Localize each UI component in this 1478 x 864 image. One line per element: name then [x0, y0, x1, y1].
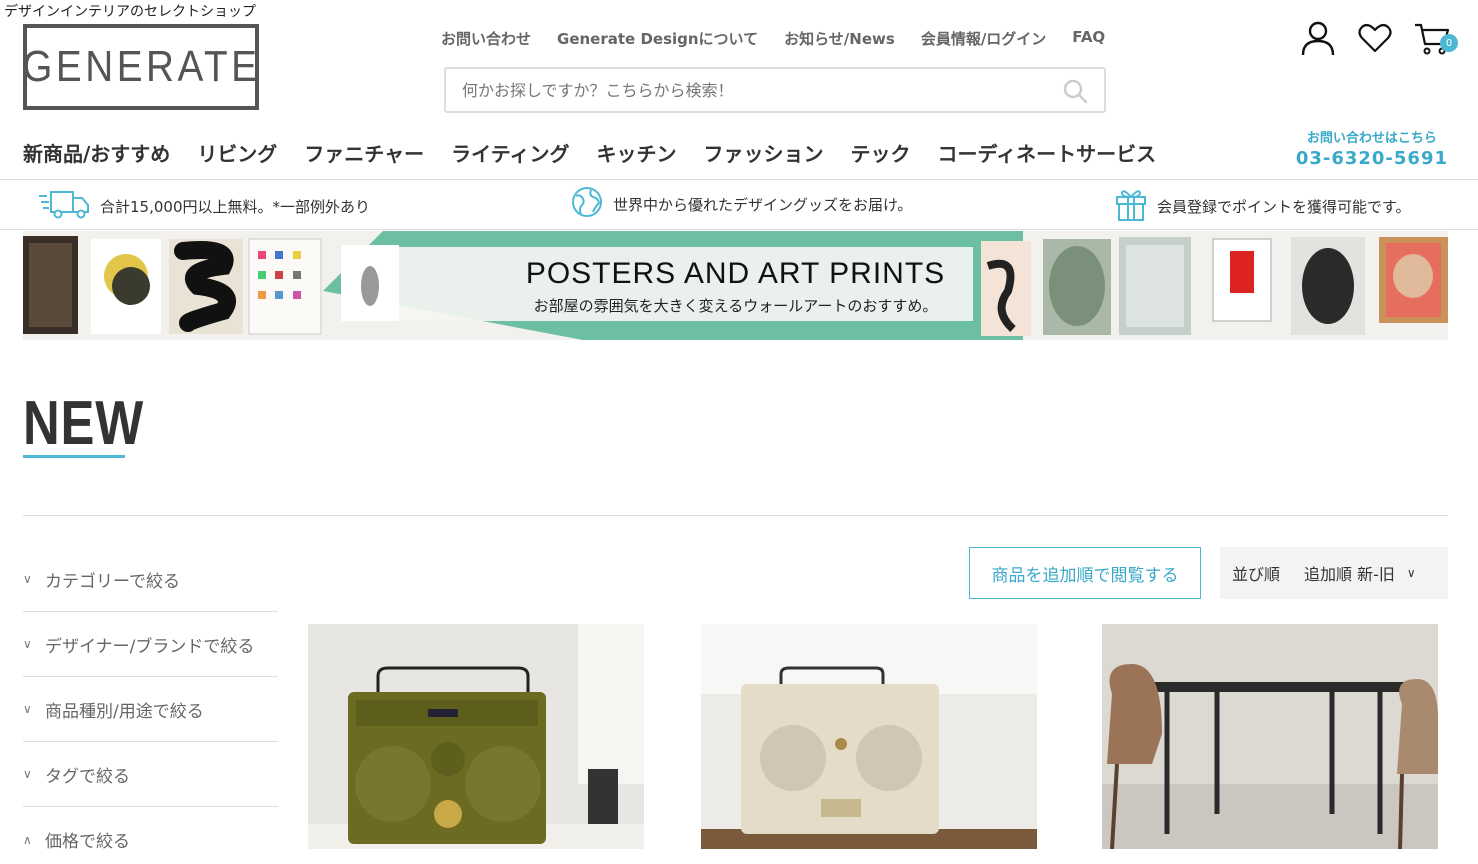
section-divider — [23, 515, 1448, 516]
product-image-dining-table — [1102, 624, 1438, 849]
filter-designer[interactable]: ∨ デザイナー/ブランドで絞る — [23, 612, 278, 677]
site-logo[interactable]: GENERATE — [21, 24, 261, 110]
filter-tag-label: タグで絞る — [45, 766, 130, 787]
section-heading-new: NEW — [23, 389, 145, 458]
filter-category-label: カテゴリーで絞る — [45, 571, 180, 592]
filter-type-label: 商品種別/用途で絞る — [45, 701, 204, 722]
chevron-down-icon: ∨ — [23, 702, 32, 716]
search-input[interactable] — [462, 80, 1042, 100]
sort-value: 追加順 新-旧 — [1304, 565, 1395, 584]
filter-tag[interactable]: ∨ タグで絞る — [23, 742, 278, 807]
top-nav-news[interactable]: お知らせ/News — [784, 28, 895, 49]
top-nav-about[interactable]: Generate Designについて — [557, 28, 758, 49]
search-box — [444, 67, 1106, 113]
filter-price[interactable]: ∧ 価格で絞る — [23, 807, 278, 864]
chevron-up-icon: ∧ — [23, 832, 32, 847]
sort-label: 並び順 — [1232, 565, 1281, 584]
info-shipping-text: 合計15,000円以上無料。*一部例外あり — [100, 197, 370, 216]
product-image-olive-radio — [308, 624, 644, 849]
info-global-text: 世界中から優れたデザイングッズをお届け。 — [613, 195, 913, 214]
top-nav-login[interactable]: 会員情報/ログイン — [921, 28, 1046, 49]
account-icon[interactable] — [1300, 20, 1336, 60]
wishlist-heart-icon[interactable] — [1358, 22, 1392, 58]
header-icons: 0 — [1300, 20, 1458, 60]
contact-label: お問い合わせはこちら — [1306, 131, 1437, 146]
browse-by-added-button[interactable]: 商品を追加順で閲覧する — [969, 547, 1201, 599]
contact-phone[interactable]: 03-6320-5691 — [1296, 148, 1448, 169]
top-nav: お問い合わせ Generate Designについて お知らせ/News 会員情… — [441, 28, 1105, 49]
info-shipping: 合計15,000円以上無料。*一部例外あり — [38, 186, 370, 226]
chevron-down-icon: ∨ — [23, 572, 32, 586]
cart-count-badge: 0 — [1440, 34, 1458, 52]
top-nav-faq[interactable]: FAQ — [1072, 28, 1105, 49]
category-nav: 新商品/おすすめ リビング ファニチャー ライティング キッチン ファッション … — [23, 138, 1156, 167]
info-global: 世界中から優れたデザイングッズをお届け。 — [571, 186, 912, 222]
product-card-image[interactable] — [1102, 624, 1438, 849]
globe-icon — [571, 186, 603, 222]
truck-icon — [38, 186, 90, 226]
filter-designer-label: デザイナー/ブランドで絞る — [45, 636, 255, 657]
top-nav-contact[interactable]: お問い合わせ — [441, 28, 531, 49]
category-living[interactable]: リビング — [197, 138, 277, 167]
product-image-cream-radio — [701, 624, 1037, 849]
info-points-text: 会員登録でポイントを獲得可能です。 — [1157, 197, 1411, 216]
contact-block[interactable]: お問い合わせはこちら 03-6320-5691 — [1296, 127, 1448, 169]
category-coordinate[interactable]: コーディネートサービス — [938, 138, 1157, 167]
product-card-image[interactable] — [701, 624, 1037, 849]
cart-icon[interactable]: 0 — [1414, 20, 1458, 60]
heading-underline — [23, 455, 125, 458]
gift-icon — [1115, 186, 1147, 226]
filter-sidebar: ∨ カテゴリーで絞る ∨ デザイナー/ブランドで絞る ∨ 商品種別/用途で絞る … — [23, 547, 278, 864]
banner-title: POSTERS AND ART PRINTS — [525, 257, 946, 290]
site-tagline: デザインインテリアのセレクトショップ — [4, 4, 256, 20]
category-new[interactable]: 新商品/おすすめ — [23, 138, 170, 167]
info-points: 会員登録でポイントを獲得可能です。 — [1115, 186, 1411, 226]
filter-price-label: 価格で絞る — [45, 832, 130, 852]
chevron-down-icon: ∨ — [23, 637, 32, 651]
category-lighting[interactable]: ライティング — [451, 138, 569, 167]
category-furniture[interactable]: ファニチャー — [304, 138, 424, 167]
search-icon[interactable] — [1062, 78, 1088, 108]
category-fashion[interactable]: ファッション — [704, 138, 824, 167]
posters-banner[interactable]: POSTERS AND ART PRINTS お部屋の雰囲気を大きく変えるウォー… — [23, 231, 1448, 340]
filter-category[interactable]: ∨ カテゴリーで絞る — [23, 547, 278, 612]
product-card-image[interactable] — [308, 624, 644, 849]
info-bar: 合計15,000円以上無料。*一部例外あり 世界中から優れたデザイングッズをお届… — [0, 179, 1478, 230]
chevron-down-icon: ∨ — [23, 767, 32, 781]
category-tech[interactable]: テック — [851, 138, 911, 167]
filter-type[interactable]: ∨ 商品種別/用途で絞る — [23, 677, 278, 742]
chevron-down-icon: ∨ — [1406, 566, 1416, 580]
logo-text: GENERATE — [21, 42, 261, 91]
category-kitchen[interactable]: キッチン — [597, 138, 677, 167]
sort-select[interactable]: 並び順 追加順 新-旧 ∨ — [1220, 547, 1448, 599]
banner-subtitle: お部屋の雰囲気を大きく変えるウォールアートのおすすめ。 — [533, 297, 938, 315]
